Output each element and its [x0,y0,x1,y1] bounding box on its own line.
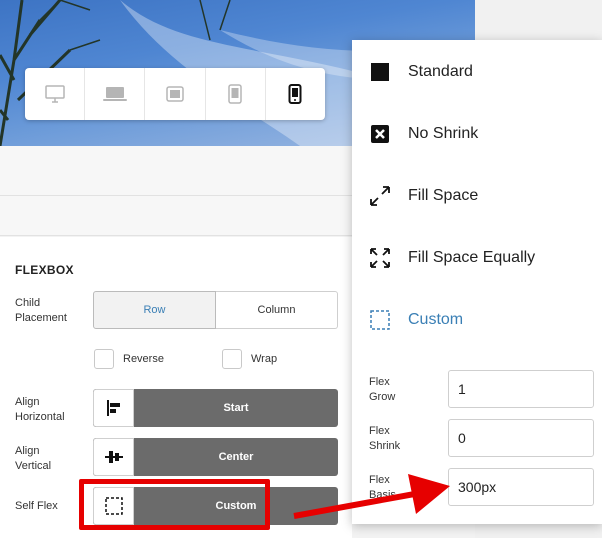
align-start-icon [106,400,120,416]
device-desktop-button[interactable] [25,68,86,120]
x-square-icon [371,125,389,143]
menu-item-label: Fill Space [408,187,479,204]
tablet-landscape-icon [166,86,184,102]
annotation-highlight-box [79,479,270,530]
reverse-checkbox[interactable] [94,349,114,369]
laptop-icon [102,87,127,101]
menu-item-label: Custom [408,311,464,328]
align-center-icon [104,451,123,463]
align-horizontal-label: Align Horizontal [15,396,65,423]
expand-corners-icon [370,248,390,268]
align-vertical-label: Align Vertical [15,445,52,472]
device-tablet-landscape-button[interactable] [145,68,206,120]
flex-shrink-label: Flex Shrink [369,425,401,452]
menu-item-custom[interactable]: Custom [352,300,602,340]
child-placement-label: Child Placement [15,297,67,324]
menu-item-no-shrink[interactable]: No Shrink [352,114,602,154]
menu-item-standard[interactable]: Standard [352,52,602,92]
expand-icon [370,186,390,206]
flex-basis-label: Flex Basis [369,474,396,501]
reverse-label: Reverse [123,353,164,365]
wrap-checkbox[interactable] [222,349,242,369]
align-vertical-value: Center [218,451,254,463]
flex-grow-label: Flex Grow [369,376,396,403]
device-laptop-button[interactable] [85,68,146,120]
tablet-portrait-icon [228,84,242,104]
menu-item-label: Standard [408,63,473,80]
align-horizontal-dropdown[interactable]: Start [93,389,338,427]
child-placement-toggle: Row Column [93,291,338,329]
square-icon [371,63,389,81]
menu-item-label: Fill Space Equally [408,249,536,266]
align-horizontal-value: Start [223,402,249,414]
menu-item-fill-space[interactable]: Fill Space [352,176,602,216]
flex-basis-input[interactable] [448,468,594,506]
device-tablet-portrait-button[interactable] [206,68,266,120]
menu-item-label: No Shrink [408,125,479,142]
menu-item-fill-space-equally[interactable]: Fill Space Equally [352,238,602,278]
flex-grow-input[interactable] [448,370,594,408]
device-mobile-button[interactable] [266,68,325,120]
dashed-square-icon [370,310,390,330]
mobile-icon [288,84,302,104]
wrap-label: Wrap [251,353,278,365]
placement-column-option[interactable]: Column [216,291,338,329]
flex-shrink-input[interactable] [448,419,594,457]
device-preview-bar [25,68,325,120]
self-flex-label: Self Flex [15,500,58,512]
placement-row-option[interactable]: Row [93,291,216,329]
align-vertical-dropdown[interactable]: Center [93,438,338,476]
section-title: FLEXBOX [15,263,74,277]
desktop-icon [44,85,65,103]
